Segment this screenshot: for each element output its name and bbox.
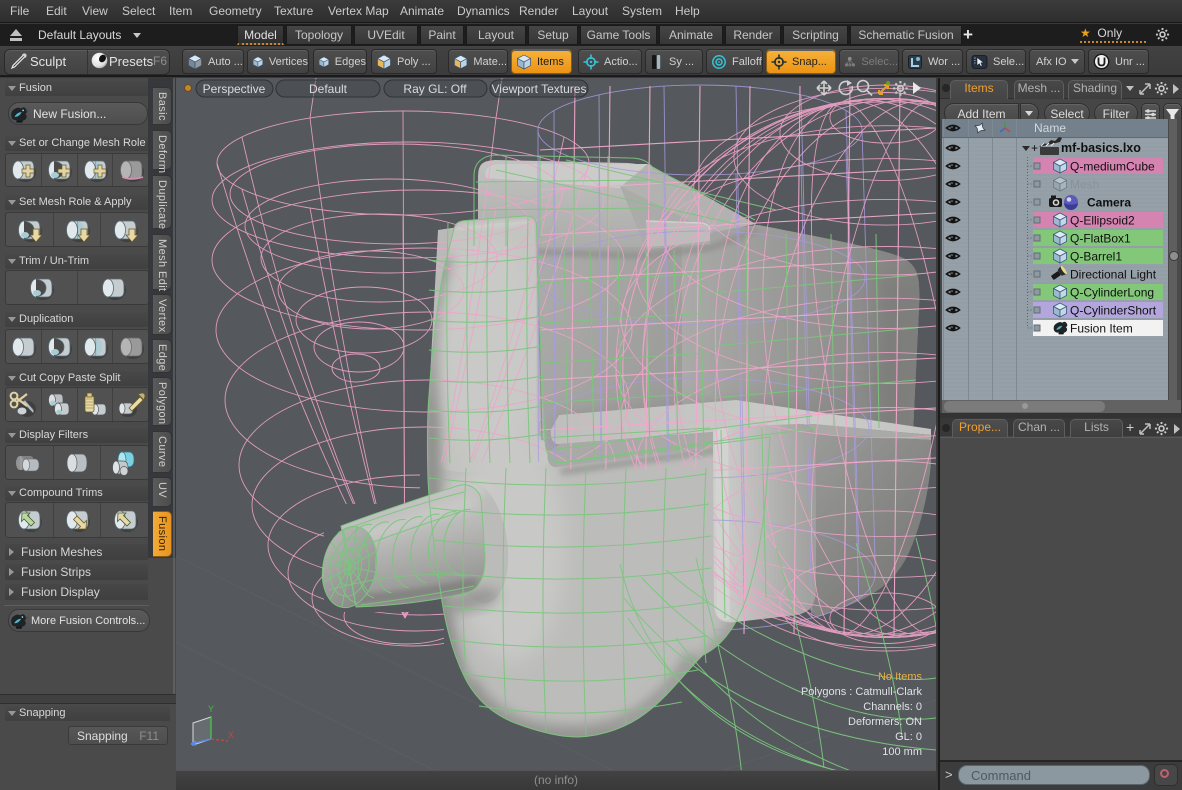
svg-text:Channels: 0: Channels: 0 [863,701,922,713]
svg-text:Q-Barrel1: Q-Barrel1 [1070,250,1122,264]
svg-text:Q-CylinderLong: Q-CylinderLong [1070,286,1154,300]
svg-text:Q-mediumCube: Q-mediumCube [1070,160,1155,174]
svg-text:Directional Light: Directional Light [1070,268,1157,282]
svg-text:Deformers: ON: Deformers: ON [848,716,922,728]
svg-text:Q-CylinderShort: Q-CylinderShort [1070,304,1157,318]
svg-text:Default: Default [309,82,348,96]
svg-text:Q-Ellipsoid2: Q-Ellipsoid2 [1070,214,1135,228]
svg-text:mf-basics.lxo: mf-basics.lxo [1061,141,1141,155]
svg-text:Q-FlatBox1: Q-FlatBox1 [1070,232,1131,246]
svg-text:Name: Name [1034,121,1066,135]
svg-text:Fusion Item: Fusion Item [1070,322,1133,336]
svg-text:X: X [228,730,234,740]
svg-text:Y: Y [208,704,214,714]
svg-text:100 mm: 100 mm [882,746,922,758]
svg-text:Ray GL: Off: Ray GL: Off [403,82,467,96]
svg-text:Polygons : Catmull-Clark: Polygons : Catmull-Clark [801,686,923,698]
svg-text:No Items: No Items [878,671,923,683]
svg-text:Mesh: Mesh [1070,178,1099,192]
svg-text:Perspective: Perspective [203,82,266,96]
svg-text:+: + [1031,141,1038,155]
svg-text:Viewport Textures: Viewport Textures [492,82,587,96]
svg-text:Camera: Camera [1087,196,1131,210]
svg-text:GL: 0: GL: 0 [895,731,922,743]
